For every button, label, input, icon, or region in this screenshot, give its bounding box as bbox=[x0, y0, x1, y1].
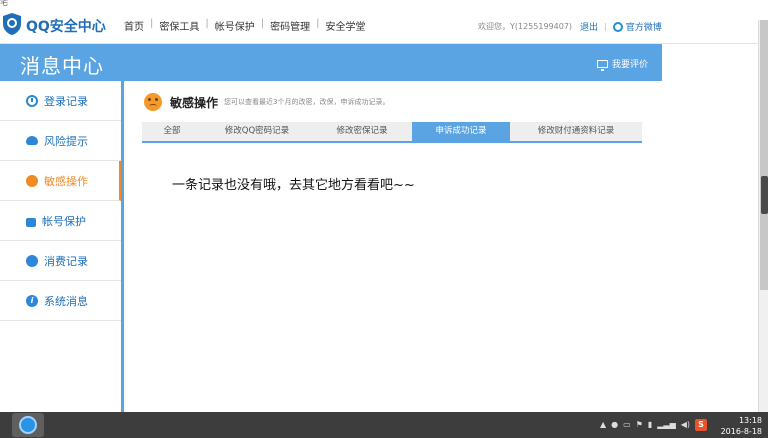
window-title-char: 宅 bbox=[0, 0, 8, 7]
battery-icon[interactable]: ▮ bbox=[648, 420, 652, 430]
taskbar-clock[interactable]: 13:18 2016-8-18 bbox=[716, 415, 762, 437]
qq-tray-icon[interactable]: ● bbox=[611, 420, 618, 430]
tab-all[interactable]: 全部 bbox=[142, 122, 202, 141]
qq-shield-logo-icon[interactable] bbox=[2, 12, 22, 36]
sidebar-item-label: 登录记录 bbox=[44, 94, 88, 108]
start-button[interactable] bbox=[12, 413, 44, 437]
sogou-ime-icon[interactable]: S bbox=[695, 419, 708, 431]
side-widget[interactable] bbox=[761, 176, 768, 214]
clock-time: 13:18 bbox=[738, 416, 762, 425]
logout-link[interactable]: 退出 bbox=[580, 20, 598, 33]
record-tabs: 全部 修改QQ密码记录 修改密保记录 申诉成功记录 修改财付通资料记录 bbox=[142, 122, 642, 143]
vertical-scrollbar[interactable] bbox=[758, 20, 768, 412]
sidebar: 登录记录 风险提示 敏感操作 帐号保护 消费记录 i 系统消息 bbox=[0, 81, 124, 412]
nav-security-school[interactable]: 安全学堂 bbox=[320, 18, 372, 33]
clock-date: 2016-8-18 bbox=[720, 427, 762, 436]
flag-icon[interactable]: ⚑ bbox=[636, 420, 643, 430]
empty-state-message: 一条记录也没有哦，去其它地方看看吧~~ bbox=[172, 178, 415, 193]
sidebar-item-label: 风险提示 bbox=[44, 134, 88, 148]
tab-appeal-success[interactable]: 申诉成功记录 bbox=[412, 122, 510, 141]
tab-qq-password-changes[interactable]: 修改QQ密码记录 bbox=[202, 122, 312, 141]
system-tray: ▲ ● ▭ ⚑ ▮ ▂▃▅ ◀) S bbox=[600, 419, 708, 431]
user-area: 欢迎您，Y(1255199407) 退出 | 官方微博 bbox=[478, 20, 662, 33]
scrollbar-thumb[interactable] bbox=[760, 20, 768, 290]
sidebar-item-label: 消费记录 bbox=[44, 254, 88, 268]
signal-icon[interactable]: ▂▃▅ bbox=[657, 420, 675, 430]
sidebar-item-label: 系统消息 bbox=[44, 294, 88, 308]
logo-text[interactable]: QQ安全中心 bbox=[26, 16, 106, 36]
tab-tenpay-info-changes[interactable]: 修改财付通资料记录 bbox=[510, 122, 642, 141]
info-icon: i bbox=[26, 294, 38, 307]
official-weibo-link[interactable]: 官方微博 bbox=[626, 20, 662, 33]
nav-security-tools[interactable]: 密保工具 bbox=[153, 18, 205, 33]
weibo-icon bbox=[612, 21, 623, 32]
message-center-banner: 消息中心 我要评价 bbox=[0, 44, 662, 81]
sidebar-item-label: 敏感操作 bbox=[44, 174, 88, 188]
lock-icon bbox=[26, 217, 36, 227]
cart-icon bbox=[26, 254, 38, 267]
main-nav: 首页 | 密保工具 | 帐号保护 | 密码管理 | 安全学堂 bbox=[118, 18, 372, 33]
sidebar-item-system-messages[interactable]: i 系统消息 bbox=[0, 281, 121, 321]
nav-account-protection[interactable]: 帐号保护 bbox=[209, 18, 261, 33]
top-strip: 宅 bbox=[0, 0, 768, 8]
welcome-text: 欢迎您，Y(1255199407) bbox=[478, 22, 573, 31]
windows-logo-icon bbox=[19, 416, 37, 434]
tab-security-changes[interactable]: 修改密保记录 bbox=[312, 122, 412, 141]
monitor-icon bbox=[596, 59, 608, 71]
browser-screen: 宅 QQ安全中心 首页 | 密保工具 | 帐号保护 | 密码管理 | 安全学堂 欢迎您，… bbox=[0, 0, 768, 438]
sidebar-item-account-protection[interactable]: 帐号保护 bbox=[0, 201, 121, 241]
section-header: 敏感操作 您可以查看最近3个月的改密，改保，申诉成功记录。 bbox=[144, 93, 389, 111]
face-icon bbox=[26, 174, 38, 187]
site-header: QQ安全中心 首页 | 密保工具 | 帐号保护 | 密码管理 | 安全学堂 欢迎您，Y(… bbox=[0, 8, 768, 44]
clock-icon bbox=[26, 94, 38, 107]
nav-home[interactable]: 首页 bbox=[118, 18, 150, 33]
keyboard-icon[interactable]: ▭ bbox=[623, 420, 631, 430]
sidebar-item-consumption-records[interactable]: 消费记录 bbox=[0, 241, 121, 281]
sidebar-item-risk-alerts[interactable]: 风险提示 bbox=[0, 121, 121, 161]
cloud-icon bbox=[26, 136, 38, 145]
feedback-button[interactable]: 我要评价 bbox=[596, 57, 648, 71]
feedback-label: 我要评价 bbox=[611, 60, 648, 70]
section-description: 您可以查看最近3个月的改密，改保，申诉成功记录。 bbox=[224, 98, 390, 106]
sad-face-icon bbox=[144, 93, 162, 111]
sidebar-item-login-records[interactable]: 登录记录 bbox=[0, 81, 121, 121]
sidebar-item-sensitive-operations[interactable]: 敏感操作 bbox=[0, 161, 121, 201]
section-title: 敏感操作 bbox=[170, 95, 219, 110]
sidebar-item-label: 帐号保护 bbox=[42, 214, 86, 228]
taskbar: ▲ ● ▭ ⚑ ▮ ▂▃▅ ◀) S 13:18 2016-8-18 bbox=[0, 412, 768, 438]
page-title: 消息中心 bbox=[20, 54, 104, 78]
user-divider: | bbox=[604, 22, 607, 31]
nav-password-management[interactable]: 密码管理 bbox=[264, 18, 316, 33]
volume-icon[interactable]: ◀) bbox=[681, 420, 690, 430]
main-content: 敏感操作 您可以查看最近3个月的改密，改保，申诉成功记录。 全部 修改QQ密码记… bbox=[124, 81, 662, 412]
tray-expand-icon[interactable]: ▲ bbox=[600, 420, 606, 430]
